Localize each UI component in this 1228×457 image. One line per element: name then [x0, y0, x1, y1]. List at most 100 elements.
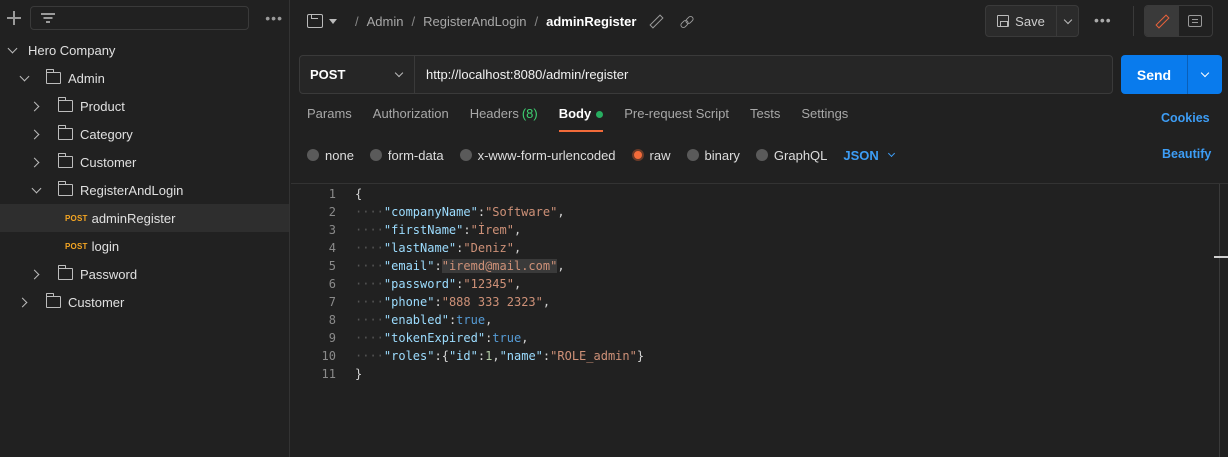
comma: ,	[513, 223, 522, 237]
collection-icon[interactable]	[307, 14, 323, 28]
folder-item[interactable]: Password	[0, 260, 289, 288]
chevron-down-icon[interactable]	[18, 72, 30, 84]
breadcrumb-item[interactable]: RegisterAndLogin	[423, 14, 526, 29]
radio-icon	[369, 149, 382, 161]
url-input[interactable]: http://localhost:8080/admin/register	[415, 56, 628, 93]
body-type-x-www-form-urlencoded[interactable]: x-www-form-urlencoded	[459, 148, 616, 163]
link-icon[interactable]	[680, 15, 693, 28]
code-line: 6 ····"password":"12345",	[291, 275, 1228, 293]
breadcrumb-item[interactable]: adminRegister	[546, 14, 636, 29]
tree-item-label: Product	[80, 98, 125, 114]
folder-item[interactable]: Admin	[0, 64, 289, 92]
breadcrumb: / Admin / RegisterAndLogin / adminRegister	[347, 14, 636, 29]
radio-label: GraphQL	[773, 147, 828, 163]
brace: {	[355, 187, 363, 201]
breadcrumb-item[interactable]: Admin	[367, 14, 404, 29]
body-type-raw[interactable]: raw	[631, 147, 671, 163]
cookies-link[interactable]: Cookies	[1161, 111, 1210, 125]
json-value: "888 333 2323"	[441, 295, 543, 309]
folder-item[interactable]: RegisterAndLogin	[0, 176, 289, 204]
more-icon[interactable]: •••	[1094, 12, 1112, 28]
url-bar: POST http://localhost:8080/admin/registe…	[299, 55, 1113, 94]
body-type-none[interactable]: none	[307, 148, 354, 163]
json-key: "password"	[383, 277, 457, 291]
sidebar-toolbar: •••	[0, 0, 289, 36]
chevron-down-icon	[1200, 68, 1210, 78]
save-label: Save	[1015, 13, 1045, 29]
code-line: 11}	[291, 365, 1228, 383]
tab-body[interactable]: Body	[558, 106, 604, 132]
chevron-down-icon[interactable]	[30, 184, 42, 196]
documentation-mode-button[interactable]	[1179, 6, 1213, 36]
tab-tests[interactable]: Tests	[750, 106, 780, 132]
line-number: 6	[328, 277, 336, 291]
caret-down-icon[interactable]	[329, 18, 337, 24]
save-dropdown-button[interactable]	[1056, 6, 1078, 36]
code-text: }	[355, 367, 362, 381]
chevron-down-icon[interactable]	[6, 44, 18, 56]
json-value: "Software"	[485, 205, 558, 219]
tab-headers[interactable]: Headers (8)	[470, 106, 538, 132]
colon: :	[463, 223, 471, 237]
chevron-right-icon[interactable]	[30, 128, 42, 140]
scrollbar-marker	[1214, 256, 1228, 258]
line-number: 10	[321, 349, 336, 363]
chevron-right-icon[interactable]	[30, 156, 42, 168]
indent-whitespace: ····	[355, 349, 384, 363]
folder-item[interactable]: Product	[0, 92, 289, 120]
request-item[interactable]: POST login	[0, 232, 289, 260]
mode-toggle	[1144, 5, 1213, 37]
request-item[interactable]: POST adminRegister	[0, 204, 289, 232]
pencil-icon	[1156, 14, 1168, 28]
folder-icon	[57, 153, 73, 168]
colon: :	[434, 295, 442, 309]
radio-icon	[686, 149, 699, 161]
line-number: 1	[328, 187, 336, 201]
chevron-right-icon[interactable]	[30, 100, 42, 112]
body-type-graphql[interactable]: GraphQL	[755, 147, 828, 163]
filter-input[interactable]	[29, 6, 250, 30]
body-editor[interactable]: 1{2 ····"companyName":"Software", 3 ····"fi…	[291, 183, 1228, 457]
editor-scrollbar[interactable]	[1219, 184, 1220, 457]
code-line: 9 ····"tokenExpired":true,	[291, 329, 1228, 347]
body-type-form-data[interactable]: form-data	[369, 148, 444, 163]
send-button[interactable]: Send	[1121, 55, 1187, 94]
code-text: ····"phone":"888 333 2323",	[355, 295, 550, 309]
json-value: "iremd@mail.com"	[441, 259, 558, 273]
folder-item[interactable]: Customer	[0, 288, 289, 316]
tab-label: Headers	[469, 106, 519, 121]
chevron-down-icon	[887, 149, 895, 158]
code-text: ····"companyName":"Software",	[355, 205, 565, 219]
radio-label: none	[325, 147, 354, 163]
indent-whitespace: ····	[355, 205, 384, 219]
send-dropdown-button[interactable]	[1187, 55, 1222, 94]
method-select[interactable]: POST	[300, 56, 415, 93]
status-dot-icon	[596, 111, 604, 118]
body-format-select[interactable]: JSON	[843, 148, 895, 163]
edit-name-icon[interactable]	[650, 15, 662, 27]
tab-settings[interactable]: Settings	[801, 106, 848, 132]
radio-label: raw	[649, 147, 671, 163]
json-value: "İrem"	[470, 223, 514, 237]
tab-pre-request-script[interactable]: Pre-request Script	[624, 106, 729, 132]
code-line: 7 ····"phone":"888 333 2323",	[291, 293, 1228, 311]
tab-authorization[interactable]: Authorization	[373, 106, 449, 132]
save-button[interactable]: Save	[986, 6, 1056, 36]
chevron-right-icon[interactable]	[30, 268, 42, 280]
comma: ,	[557, 205, 565, 219]
chevron-right-icon[interactable]	[18, 296, 30, 308]
add-icon[interactable]	[6, 10, 22, 26]
folder-item[interactable]: Category	[0, 120, 289, 148]
collection-item[interactable]: Hero Company	[0, 36, 289, 64]
brace: }	[355, 367, 363, 381]
comma: ,	[557, 259, 565, 273]
beautify-link[interactable]: Beautify	[1162, 147, 1211, 161]
indent-whitespace: ····	[355, 331, 384, 345]
folder-item[interactable]: Customer	[0, 148, 289, 176]
code-line: 5 ····"email":"iremd@mail.com",	[291, 257, 1228, 275]
edit-mode-button[interactable]	[1145, 6, 1179, 36]
body-type-binary[interactable]: binary	[686, 148, 740, 163]
tab-params[interactable]: Params	[307, 106, 352, 132]
sidebar-more-icon[interactable]: •••	[265, 10, 283, 26]
comma: ,	[513, 277, 522, 291]
